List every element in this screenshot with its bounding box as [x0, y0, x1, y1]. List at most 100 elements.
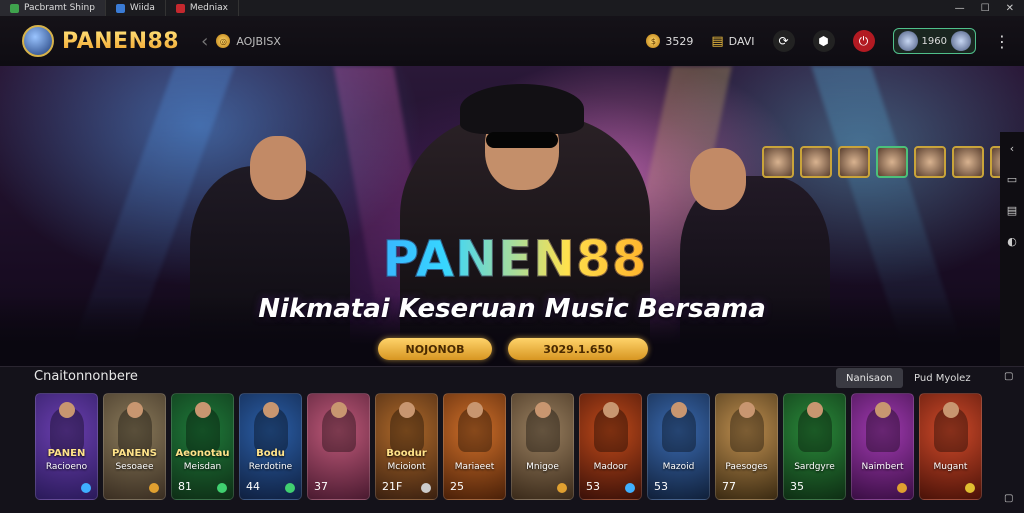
game-card-badge-icon	[421, 483, 431, 493]
browser-tab-2[interactable]: Wiida	[106, 0, 166, 16]
game-character-figure	[662, 402, 696, 452]
tab-favicon-icon	[175, 3, 185, 13]
browser-tab-strip: Pacbramt Shinp Wiida Medniax — ☐ ✕	[0, 0, 1024, 16]
avatar[interactable]	[838, 146, 870, 178]
game-card[interactable]: Aeonotau Meisdan 81	[171, 393, 234, 500]
game-character-figure	[526, 402, 560, 452]
minimize-icon[interactable]: —	[955, 3, 965, 14]
nav-menu-item[interactable]: ◎ AOJBISX	[216, 34, 281, 48]
game-card[interactable]: PANEN Racioeno	[35, 393, 98, 500]
game-card-count: 25	[450, 480, 464, 493]
game-card-count: 81	[178, 480, 192, 493]
settings-icon[interactable]: ⬢	[812, 30, 835, 52]
game-card[interactable]: Sardgyre 35	[783, 393, 846, 500]
game-card-count: 44	[246, 480, 260, 493]
filter-chip-active[interactable]: Nanisaon	[836, 368, 903, 388]
hero-brand-title: PANEN88	[340, 230, 690, 289]
game-character-figure	[186, 402, 220, 452]
bag-button[interactable]: ▤ DAVI	[711, 34, 754, 49]
player-avatar-strip	[762, 146, 1022, 178]
game-card-badge-icon	[897, 483, 907, 493]
game-character-figure	[730, 402, 764, 452]
tab-label: Medniax	[189, 3, 228, 13]
share-icon[interactable]: ⟳	[772, 30, 795, 52]
game-card-badge-icon	[625, 483, 635, 493]
bag-value: DAVI	[728, 34, 755, 48]
sound-icon[interactable]: ◐	[1007, 235, 1017, 248]
game-card[interactable]: Bodu Rerdotine 44	[239, 393, 302, 500]
game-card-count: 53	[586, 480, 600, 493]
game-card[interactable]: Mugant	[919, 393, 982, 500]
avatar[interactable]	[800, 146, 832, 178]
game-card[interactable]: Naimbert	[851, 393, 914, 500]
game-card-list: PANEN Racioeno PANENS Sesoaee Aeonotau Meisda…	[35, 393, 982, 500]
game-card-subtitle: Sardgyre	[794, 462, 835, 472]
game-card[interactable]: Mnigoe	[511, 393, 574, 500]
collapse-icon[interactable]: ‹	[1010, 142, 1014, 155]
game-card-badge-icon	[81, 483, 91, 493]
app-header: PANEN88 ‹ ◎ AOJBISX $ 3529 ▤ DAVI ⟳ ⬢ ⏻ …	[0, 16, 1024, 67]
avatar	[897, 31, 918, 51]
nav-menu-label: AOJBISX	[236, 34, 281, 48]
game-card-badge-icon	[217, 483, 227, 493]
side-rail: ‹ ▭ ▤ ◐	[1000, 132, 1024, 366]
avatar[interactable]	[876, 146, 908, 178]
game-card-subtitle: Naimbert	[861, 462, 904, 472]
game-card-count: 77	[722, 480, 736, 493]
hero-secondary-button[interactable]: 3029.1.650	[508, 338, 648, 360]
coin-icon: $	[646, 34, 661, 48]
browser-tab-3[interactable]: Medniax	[166, 0, 239, 16]
tab-favicon-icon	[10, 3, 19, 13]
profile-badge[interactable]: 1960	[892, 28, 976, 54]
game-character-figure	[934, 402, 968, 452]
chevron-left-icon[interactable]: ‹	[201, 31, 208, 52]
game-card-subtitle: Mcioiont	[387, 462, 426, 472]
game-card-subtitle: Racioeno	[45, 462, 88, 472]
game-character-figure	[390, 402, 424, 452]
hero-banner[interactable]: PANEN88 Nikmatai Keseruan Music Bersama …	[0, 66, 1024, 366]
filter-chip[interactable]: Pud Myolez	[904, 368, 981, 388]
menu-icon[interactable]: ⋮	[994, 32, 1010, 51]
bag-icon: ▤	[711, 33, 724, 49]
game-card-title: Boodur	[386, 448, 427, 459]
coins-value: 3529	[665, 34, 694, 48]
game-character-figure	[458, 402, 492, 452]
window-controls: — ☐ ✕	[955, 0, 1024, 16]
game-card[interactable]: 37	[307, 393, 370, 500]
game-card-subtitle: Mugant	[933, 462, 968, 472]
singer-hat	[460, 84, 584, 134]
section-title: Cnaitonnonbere	[34, 369, 138, 384]
games-section: Cnaitonnonbere Nanisaon Pud Myolez ▢ ▢ P…	[0, 366, 1024, 513]
scroll-up-icon[interactable]: ▢	[1004, 371, 1013, 382]
power-icon[interactable]: ⏻	[852, 30, 875, 52]
game-character-figure	[594, 402, 628, 452]
game-character-figure	[798, 402, 832, 452]
game-card-title: PANEN	[47, 448, 86, 459]
coins-balance[interactable]: $ 3529	[646, 34, 693, 48]
game-card[interactable]: Paesoges 77	[715, 393, 778, 500]
avatar[interactable]	[952, 146, 984, 178]
tab-label: Pacbramt Shinp	[24, 3, 95, 13]
grid-icon[interactable]: ▤	[1007, 204, 1017, 217]
scroll-down-icon[interactable]: ▢	[1004, 493, 1013, 504]
avatar[interactable]	[914, 146, 946, 178]
game-card[interactable]: Mazoid 53	[647, 393, 710, 500]
game-character-figure	[50, 402, 84, 452]
game-card[interactable]: Madoor 53	[579, 393, 642, 500]
game-card-subtitle: Rerdotine	[248, 462, 293, 472]
list-icon[interactable]: ▭	[1007, 173, 1017, 186]
game-card-title: PANENS	[112, 448, 157, 459]
browser-tab-1[interactable]: Pacbramt Shinp	[0, 0, 106, 16]
game-card-badge-icon	[285, 483, 295, 493]
close-icon[interactable]: ✕	[1006, 3, 1014, 14]
avatar[interactable]	[762, 146, 794, 178]
game-card[interactable]: Mariaeet 25	[443, 393, 506, 500]
maximize-icon[interactable]: ☐	[981, 3, 990, 14]
hero-primary-button[interactable]: NOJONOB	[378, 338, 492, 360]
game-card-badge-icon	[557, 483, 567, 493]
game-card[interactable]: Boodur Mcioiont 21F	[375, 393, 438, 500]
singer-sunglasses	[486, 132, 558, 148]
game-card[interactable]: PANENS Sesoaee	[103, 393, 166, 500]
brand-logo-icon[interactable]	[22, 25, 54, 57]
brand-name[interactable]: PANEN88	[62, 29, 179, 54]
